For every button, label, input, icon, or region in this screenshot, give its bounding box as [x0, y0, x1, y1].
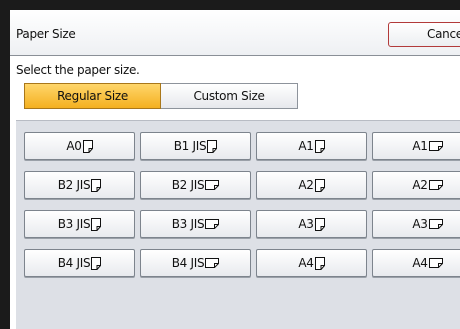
paper-landscape-icon: [205, 258, 220, 268]
size-label: A3: [412, 217, 428, 231]
size-button-b4-jis-landscape[interactable]: B4 JIS: [140, 249, 251, 277]
size-label: A3: [298, 217, 314, 231]
size-button-a4-portrait[interactable]: A4: [256, 249, 367, 277]
size-button-b2-jis-landscape[interactable]: B2 JIS: [140, 171, 251, 199]
paper-landscape-icon: [428, 180, 443, 190]
size-button-a3-portrait[interactable]: A3: [256, 210, 367, 238]
instruction-text: Select the paper size.: [16, 63, 140, 77]
screen-title: Paper Size: [16, 27, 76, 41]
paper-portrait-icon: [91, 256, 102, 270]
size-button-a4-landscape[interactable]: A4: [372, 249, 460, 277]
size-label: B3 JIS: [171, 217, 205, 231]
size-label: B2 JIS: [171, 178, 205, 192]
size-button-b3-jis-landscape[interactable]: B3 JIS: [140, 210, 251, 238]
size-button-a2-landscape[interactable]: A2: [372, 171, 460, 199]
paper-portrait-icon: [314, 139, 325, 153]
size-label: B4 JIS: [57, 256, 91, 270]
paper-landscape-icon: [428, 219, 443, 229]
size-label: A2: [412, 178, 428, 192]
size-button-b2-jis-portrait[interactable]: B2 JIS: [24, 171, 135, 199]
size-button-a3-landscape[interactable]: A3: [372, 210, 460, 238]
paper-landscape-icon: [205, 219, 220, 229]
size-button-a1-landscape[interactable]: A1: [372, 132, 460, 160]
cancel-button[interactable]: Cancel: [388, 22, 460, 47]
size-label: B1 JIS: [173, 139, 207, 153]
paper-portrait-icon: [91, 178, 102, 192]
size-label: B2 JIS: [57, 178, 91, 192]
paper-size-grid: A0 B1 JIS A1 A1 B2 JIS B2 JIS A2 A2 B3 J…: [16, 120, 460, 329]
size-label: A2: [298, 178, 314, 192]
paper-portrait-icon: [82, 139, 93, 153]
paper-portrait-icon: [314, 256, 325, 270]
paper-landscape-icon: [205, 180, 220, 190]
size-button-a2-portrait[interactable]: A2: [256, 171, 367, 199]
size-button-b3-jis-portrait[interactable]: B3 JIS: [24, 210, 135, 238]
paper-portrait-icon: [314, 217, 325, 231]
paper-landscape-icon: [428, 258, 443, 268]
paper-landscape-icon: [428, 141, 443, 151]
size-label: A1: [298, 139, 314, 153]
size-label: A0: [66, 139, 82, 153]
size-button-a0-portrait[interactable]: A0: [24, 132, 135, 160]
paper-portrait-icon: [314, 178, 325, 192]
size-label: A4: [412, 256, 428, 270]
title-bar: Paper Size Cancel: [10, 10, 460, 56]
tab-regular-size[interactable]: Regular Size: [24, 83, 161, 109]
size-label: A1: [412, 139, 428, 153]
paper-portrait-icon: [207, 139, 218, 153]
size-button-a1-portrait[interactable]: A1: [256, 132, 367, 160]
tab-custom-size[interactable]: Custom Size: [161, 83, 298, 109]
size-label: B4 JIS: [171, 256, 205, 270]
size-label: A4: [298, 256, 314, 270]
size-label: B3 JIS: [57, 217, 91, 231]
paper-portrait-icon: [91, 217, 102, 231]
size-button-b1-jis-portrait[interactable]: B1 JIS: [140, 132, 251, 160]
size-button-b4-jis-portrait[interactable]: B4 JIS: [24, 249, 135, 277]
paper-size-screen: Paper Size Cancel Select the paper size.…: [10, 10, 460, 329]
